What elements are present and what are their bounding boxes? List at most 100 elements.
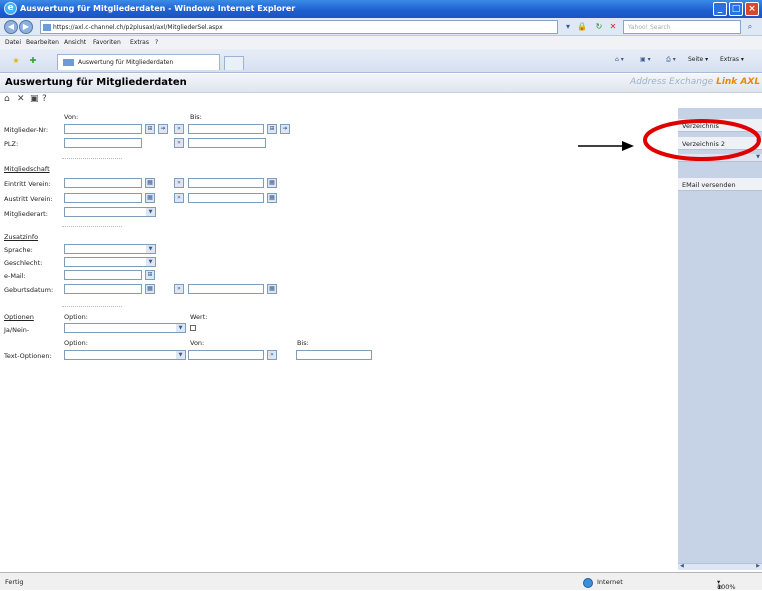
janein-option-select[interactable]: ▼ — [64, 323, 186, 333]
double-chevron-icon[interactable]: » — [267, 350, 277, 360]
scroll-left-icon[interactable]: ◀ — [680, 563, 684, 569]
copy-right-icon[interactable]: ➔ — [280, 124, 290, 134]
minimize-button[interactable]: _ — [713, 2, 727, 16]
menu-bar: Datei Bearbeiten Ansicht Favoriten Extra… — [0, 36, 762, 49]
calendar-icon[interactable]: ▦ — [145, 178, 155, 188]
menu-datei[interactable]: Datei — [5, 39, 21, 46]
dropdown-arrow-icon[interactable]: ▾ — [562, 21, 574, 33]
add-favorite-icon[interactable]: ✚ — [27, 55, 39, 67]
brand-suffix: Link AXL — [716, 77, 761, 87]
window-title: Auswertung für Mitgliederdaten - Windows… — [20, 4, 296, 13]
new-tab-button[interactable] — [224, 56, 244, 70]
option-column-label: Option: — [64, 313, 88, 321]
delete-button-icon[interactable]: ✕ — [17, 94, 25, 104]
textoption-from-input[interactable] — [188, 350, 264, 360]
austritt-to-input[interactable] — [188, 193, 264, 203]
mitglieder-nr-to-input[interactable] — [188, 124, 264, 134]
horizontal-scrollbar[interactable]: ◀ ▶ — [678, 563, 762, 570]
zoom-control[interactable]: ⊕ 100% ▾ — [717, 578, 736, 591]
search-icon[interactable]: ⌕ — [744, 21, 756, 33]
lock-icon[interactable]: 🔒 — [576, 21, 588, 33]
sprache-select[interactable]: ▼ — [64, 244, 156, 254]
help-button[interactable]: ? — [42, 94, 47, 104]
app-header: Auswertung für Mitgliederdaten Address E… — [0, 74, 762, 93]
menu-help[interactable]: ? — [155, 39, 158, 46]
copy-right-icon[interactable]: ➔ — [158, 124, 168, 134]
chevron-down-icon: ▼ — [146, 258, 155, 266]
divider — [62, 226, 122, 227]
geschlecht-select[interactable]: ▼ — [64, 257, 156, 267]
home-button-icon[interactable]: ⌂ — [4, 94, 10, 104]
lookup-icon[interactable]: ⊞ — [145, 124, 155, 134]
textoption-select[interactable]: ▼ — [64, 350, 186, 360]
email-send-item[interactable]: EMail versenden — [678, 178, 762, 191]
eintritt-to-input[interactable] — [188, 178, 264, 188]
chevron-down-icon: ▼ — [176, 351, 185, 359]
ie-logo-icon: e — [4, 2, 17, 15]
tools-menu-label: Extras — [720, 56, 739, 63]
double-chevron-icon[interactable]: » — [174, 284, 184, 294]
feeds-icon[interactable]: ▣ ▾ — [640, 56, 651, 63]
home-icon[interactable]: ⌂ ▾ — [615, 56, 624, 63]
app-toolbar: ⌂ ✕ ▣ ? — [0, 94, 680, 108]
textoption-to-input[interactable] — [296, 350, 372, 360]
lookup-icon[interactable]: ⊞ — [267, 124, 277, 134]
menu-ansicht[interactable]: Ansicht — [64, 39, 86, 46]
page-menu[interactable]: Seite ▾ — [688, 56, 708, 63]
annotation-arrow — [578, 141, 634, 151]
mitgliederart-select[interactable]: ▼ — [64, 207, 156, 217]
geburtsdatum-from-input[interactable] — [64, 284, 142, 294]
menu-bearbeiten[interactable]: Bearbeiten — [26, 39, 59, 46]
janein-value-checkbox[interactable] — [190, 325, 196, 331]
divider — [62, 306, 122, 307]
url-input[interactable]: https://axl.c-channel.ch/p2plusaxl/axl/M… — [40, 20, 558, 34]
calendar-icon[interactable]: ▦ — [267, 178, 277, 188]
plz-from-input[interactable] — [64, 138, 142, 148]
eintritt-label: Eintritt Verein: — [4, 180, 51, 188]
calendar-icon[interactable]: ▦ — [145, 284, 155, 294]
plz-to-input[interactable] — [188, 138, 266, 148]
mitglieder-nr-label: Mitglieder-Nr: — [4, 126, 49, 134]
print-icon[interactable]: ⎙ ▾ — [666, 56, 676, 64]
double-chevron-icon[interactable]: » — [174, 193, 184, 203]
email-input[interactable] — [64, 270, 142, 280]
close-button[interactable]: × — [745, 2, 759, 16]
calendar-icon[interactable]: ▦ — [267, 284, 277, 294]
section-membership: Mitgliedschaft — [4, 165, 50, 173]
eintritt-from-input[interactable] — [64, 178, 142, 188]
geburtsdatum-to-input[interactable] — [188, 284, 264, 294]
section-options: Optionen — [4, 313, 34, 321]
save-button-icon[interactable]: ▣ — [30, 94, 39, 104]
value-column-label: Wert: — [190, 313, 208, 321]
lookup-icon[interactable]: ⊞ — [145, 270, 155, 280]
mitglieder-nr-from-input[interactable] — [64, 124, 142, 134]
double-chevron-icon[interactable]: » — [174, 138, 184, 148]
double-chevron-icon[interactable]: » — [174, 178, 184, 188]
refresh-icon[interactable]: ↻ — [593, 21, 605, 33]
calendar-icon[interactable]: ▦ — [267, 193, 277, 203]
austritt-from-input[interactable] — [64, 193, 142, 203]
austritt-label: Austritt Verein: — [4, 195, 53, 203]
chevron-down-icon: ▼ — [146, 208, 155, 216]
url-text: https://axl.c-channel.ch/p2plusaxl/axl/M… — [53, 24, 223, 31]
geburtsdatum-label: Geburtsdatum: — [4, 286, 54, 294]
menu-favoriten[interactable]: Favoriten — [93, 39, 121, 46]
menu-extras[interactable]: Extras — [130, 39, 149, 46]
tools-menu[interactable]: Extras ▾ — [720, 56, 744, 63]
right-panel: Verzeichnis Verzeichnis 2 ▼ ▼ EMail vers… — [678, 108, 762, 570]
scroll-right-icon[interactable]: ▶ — [756, 563, 760, 569]
back-button[interactable]: ◀ — [4, 20, 18, 34]
double-chevron-icon[interactable]: » — [174, 124, 184, 134]
mitgliederart-label: Mitgliederart: — [4, 210, 48, 218]
search-input[interactable]: Yahoo! Search — [623, 20, 741, 34]
email-send-label: EMail versenden — [682, 181, 736, 189]
stop-icon[interactable]: ✕ — [607, 21, 619, 33]
favorites-star-icon[interactable]: ★ — [10, 55, 22, 67]
tab-favicon-icon — [63, 59, 74, 66]
address-bar: ◀ ▶ https://axl.c-channel.ch/p2plusaxl/a… — [0, 18, 762, 36]
calendar-icon[interactable]: ▦ — [145, 193, 155, 203]
chevron-down-icon: ▼ — [146, 245, 155, 253]
tab-active[interactable]: Auswertung für Mitgliederdaten — [57, 54, 220, 70]
maximize-button[interactable]: □ — [729, 2, 743, 16]
forward-button[interactable]: ▶ — [19, 20, 33, 34]
